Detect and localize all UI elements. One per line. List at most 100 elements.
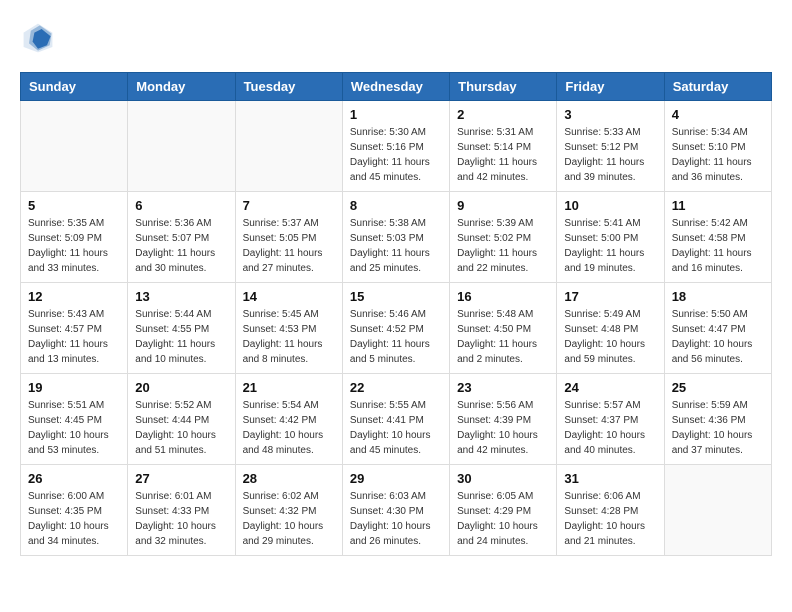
calendar-cell: 14 Sunrise: 5:45 AM Sunset: 4:53 PM Dayli… [235, 283, 342, 374]
day-info: Sunrise: 5:39 AM Sunset: 5:02 PM Dayligh… [457, 216, 549, 276]
calendar-cell: 30 Sunrise: 6:05 AM Sunset: 4:29 PM Dayli… [450, 465, 557, 556]
calendar-cell: 13 Sunrise: 5:44 AM Sunset: 4:55 PM Dayli… [128, 283, 235, 374]
day-number: 26 [28, 471, 120, 486]
calendar-cell: 5 Sunrise: 5:35 AM Sunset: 5:09 PM Daylig… [21, 192, 128, 283]
day-number: 23 [457, 380, 549, 395]
day-info: Sunrise: 5:38 AM Sunset: 5:03 PM Dayligh… [350, 216, 442, 276]
day-info: Sunrise: 6:03 AM Sunset: 4:30 PM Dayligh… [350, 489, 442, 549]
day-number: 18 [672, 289, 764, 304]
day-info: Sunrise: 5:56 AM Sunset: 4:39 PM Dayligh… [457, 398, 549, 458]
day-number: 27 [135, 471, 227, 486]
week-row-5: 26Sunrise: 6:00 AM Sunset: 4:35 PM Dayli… [21, 465, 772, 556]
week-row-2: 5 Sunrise: 5:35 AM Sunset: 5:09 PM Daylig… [21, 192, 772, 283]
calendar-cell: 22Sunrise: 5:55 AM Sunset: 4:41 PM Dayli… [342, 374, 449, 465]
day-number: 12 [28, 289, 120, 304]
day-number: 11 [672, 198, 764, 213]
day-info: Sunrise: 5:33 AM Sunset: 5:12 PM Dayligh… [564, 125, 656, 185]
day-info: Sunrise: 5:51 AM Sunset: 4:45 PM Dayligh… [28, 398, 120, 458]
day-info: Sunrise: 5:35 AM Sunset: 5:09 PM Dayligh… [28, 216, 120, 276]
day-info: Sunrise: 6:06 AM Sunset: 4:28 PM Dayligh… [564, 489, 656, 549]
day-info: Sunrise: 5:45 AM Sunset: 4:53 PM Dayligh… [243, 307, 335, 367]
day-number: 28 [243, 471, 335, 486]
calendar-cell: 11 Sunrise: 5:42 AM Sunset: 4:58 PM Dayli… [664, 192, 771, 283]
day-info: Sunrise: 5:55 AM Sunset: 4:41 PM Dayligh… [350, 398, 442, 458]
day-number: 31 [564, 471, 656, 486]
day-number: 4 [672, 107, 764, 122]
day-number: 25 [672, 380, 764, 395]
week-row-3: 12Sunrise: 5:43 AM Sunset: 4:57 PM Dayli… [21, 283, 772, 374]
header-day-saturday: Saturday [664, 73, 771, 101]
header-day-wednesday: Wednesday [342, 73, 449, 101]
day-number: 6 [135, 198, 227, 213]
day-number: 5 [28, 198, 120, 213]
day-number: 8 [350, 198, 442, 213]
calendar-cell: 15 Sunrise: 5:46 AM Sunset: 4:52 PM Dayli… [342, 283, 449, 374]
header-day-friday: Friday [557, 73, 664, 101]
day-number: 1 [350, 107, 442, 122]
calendar-cell: 12Sunrise: 5:43 AM Sunset: 4:57 PM Dayli… [21, 283, 128, 374]
header-day-tuesday: Tuesday [235, 73, 342, 101]
calendar-cell: 10Sunrise: 5:41 AM Sunset: 5:00 PM Dayli… [557, 192, 664, 283]
calendar-header-row: SundayMondayTuesdayWednesdayThursdayFrid… [21, 73, 772, 101]
calendar-cell: 26Sunrise: 6:00 AM Sunset: 4:35 PM Dayli… [21, 465, 128, 556]
day-number: 7 [243, 198, 335, 213]
day-number: 30 [457, 471, 549, 486]
calendar-cell: 8 Sunrise: 5:38 AM Sunset: 5:03 PM Daylig… [342, 192, 449, 283]
calendar-cell [235, 101, 342, 192]
day-number: 24 [564, 380, 656, 395]
header-day-sunday: Sunday [21, 73, 128, 101]
logo-icon [20, 20, 56, 56]
calendar-cell: 21Sunrise: 5:54 AM Sunset: 4:42 PM Dayli… [235, 374, 342, 465]
calendar-cell: 17Sunrise: 5:49 AM Sunset: 4:48 PM Dayli… [557, 283, 664, 374]
week-row-4: 19 Sunrise: 5:51 AM Sunset: 4:45 PM Dayli… [21, 374, 772, 465]
logo [20, 20, 60, 56]
calendar-cell: 1Sunrise: 5:30 AM Sunset: 5:16 PM Daylig… [342, 101, 449, 192]
calendar-cell: 28 Sunrise: 6:02 AM Sunset: 4:32 PM Dayli… [235, 465, 342, 556]
calendar-cell: 9 Sunrise: 5:39 AM Sunset: 5:02 PM Daylig… [450, 192, 557, 283]
calendar-cell: 19 Sunrise: 5:51 AM Sunset: 4:45 PM Dayli… [21, 374, 128, 465]
day-info: Sunrise: 5:57 AM Sunset: 4:37 PM Dayligh… [564, 398, 656, 458]
day-number: 20 [135, 380, 227, 395]
page-header [20, 20, 772, 56]
day-number: 19 [28, 380, 120, 395]
day-number: 17 [564, 289, 656, 304]
day-info: Sunrise: 5:37 AM Sunset: 5:05 PM Dayligh… [243, 216, 335, 276]
day-number: 13 [135, 289, 227, 304]
day-number: 29 [350, 471, 442, 486]
day-info: Sunrise: 6:02 AM Sunset: 4:32 PM Dayligh… [243, 489, 335, 549]
calendar-cell: 23 Sunrise: 5:56 AM Sunset: 4:39 PM Dayli… [450, 374, 557, 465]
day-info: Sunrise: 5:44 AM Sunset: 4:55 PM Dayligh… [135, 307, 227, 367]
day-info: Sunrise: 6:05 AM Sunset: 4:29 PM Dayligh… [457, 489, 549, 549]
day-info: Sunrise: 5:52 AM Sunset: 4:44 PM Dayligh… [135, 398, 227, 458]
calendar-cell: 4Sunrise: 5:34 AM Sunset: 5:10 PM Daylig… [664, 101, 771, 192]
day-number: 9 [457, 198, 549, 213]
day-info: Sunrise: 5:36 AM Sunset: 5:07 PM Dayligh… [135, 216, 227, 276]
calendar-cell [21, 101, 128, 192]
day-info: Sunrise: 5:46 AM Sunset: 4:52 PM Dayligh… [350, 307, 442, 367]
day-info: Sunrise: 5:31 AM Sunset: 5:14 PM Dayligh… [457, 125, 549, 185]
day-number: 14 [243, 289, 335, 304]
calendar-table: SundayMondayTuesdayWednesdayThursdayFrid… [20, 72, 772, 556]
day-number: 21 [243, 380, 335, 395]
calendar-cell [664, 465, 771, 556]
header-day-monday: Monday [128, 73, 235, 101]
day-number: 15 [350, 289, 442, 304]
calendar-cell: 6 Sunrise: 5:36 AM Sunset: 5:07 PM Daylig… [128, 192, 235, 283]
day-number: 3 [564, 107, 656, 122]
calendar-cell: 29 Sunrise: 6:03 AM Sunset: 4:30 PM Dayli… [342, 465, 449, 556]
calendar-cell: 20 Sunrise: 5:52 AM Sunset: 4:44 PM Dayli… [128, 374, 235, 465]
calendar-cell: 7 Sunrise: 5:37 AM Sunset: 5:05 PM Daylig… [235, 192, 342, 283]
calendar-cell: 2 Sunrise: 5:31 AM Sunset: 5:14 PM Daylig… [450, 101, 557, 192]
calendar-cell: 27 Sunrise: 6:01 AM Sunset: 4:33 PM Dayli… [128, 465, 235, 556]
day-number: 2 [457, 107, 549, 122]
calendar-cell: 16Sunrise: 5:48 AM Sunset: 4:50 PM Dayli… [450, 283, 557, 374]
day-number: 10 [564, 198, 656, 213]
day-info: Sunrise: 5:42 AM Sunset: 4:58 PM Dayligh… [672, 216, 764, 276]
calendar-cell: 31 Sunrise: 6:06 AM Sunset: 4:28 PM Dayli… [557, 465, 664, 556]
day-info: Sunrise: 5:50 AM Sunset: 4:47 PM Dayligh… [672, 307, 764, 367]
week-row-1: 1Sunrise: 5:30 AM Sunset: 5:16 PM Daylig… [21, 101, 772, 192]
calendar-cell: 24 Sunrise: 5:57 AM Sunset: 4:37 PM Dayli… [557, 374, 664, 465]
day-number: 16 [457, 289, 549, 304]
header-day-thursday: Thursday [450, 73, 557, 101]
day-info: Sunrise: 6:01 AM Sunset: 4:33 PM Dayligh… [135, 489, 227, 549]
